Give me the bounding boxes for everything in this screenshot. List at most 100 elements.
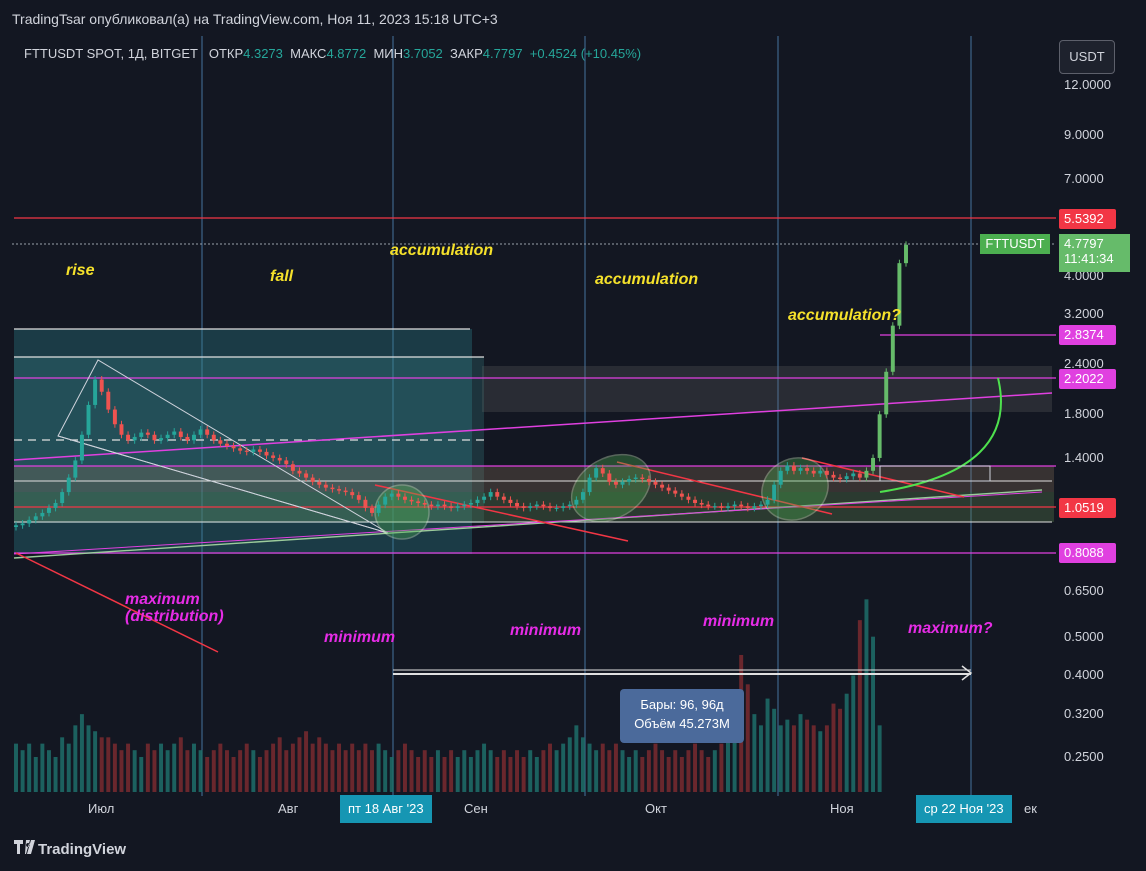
high-value: 4.8772 <box>326 46 367 61</box>
volume-bar <box>370 750 374 792</box>
candle-body <box>126 434 131 441</box>
volume-bar <box>27 743 32 792</box>
symbol-name: FTTUSDT SPOT, 1Д, BITGET <box>24 46 198 61</box>
candle-body <box>851 473 856 477</box>
volume-bar <box>363 743 368 792</box>
volume-bar <box>607 750 612 792</box>
candle-body <box>112 409 117 425</box>
annotation-maximum-question[interactable]: maximum? <box>908 620 992 638</box>
volume-bar <box>791 725 796 792</box>
candle-body <box>152 434 157 441</box>
volume-bar <box>66 743 71 792</box>
volume-bar <box>488 750 493 792</box>
price-axis-label: 0.4000 <box>1064 667 1104 683</box>
candle-body <box>482 496 487 500</box>
price-level-tag: 2.2022 <box>1059 369 1116 390</box>
volume-bar <box>501 750 506 792</box>
volume-bar <box>600 743 605 792</box>
candle-body <box>772 484 777 500</box>
candle-body <box>429 504 434 507</box>
candle-body <box>719 506 724 508</box>
volume-bar <box>205 757 210 792</box>
candle-body <box>475 499 480 503</box>
candle-body <box>699 502 704 505</box>
volume-bar <box>613 743 618 792</box>
volume-bar <box>468 757 473 792</box>
annotation-rise[interactable]: rise <box>66 262 94 280</box>
candle-body <box>871 457 876 471</box>
candle-body <box>739 504 744 507</box>
annotation-minimum-2[interactable]: minimum <box>510 622 581 640</box>
candle-body <box>811 470 816 474</box>
volume-bar <box>310 743 315 792</box>
measure-volume: Объём 45.273M <box>634 716 730 731</box>
candle-body <box>238 448 243 451</box>
tradingview-brand: TradingView <box>38 841 127 858</box>
volume-bar <box>752 714 757 792</box>
volume-bar <box>33 757 38 792</box>
price-axis-label: 0.2500 <box>1064 749 1104 764</box>
price-axis-label: 1.8000 <box>1064 406 1104 422</box>
candle-body <box>244 450 249 452</box>
candle-body <box>785 465 790 471</box>
candle-body <box>383 496 388 505</box>
candle-body <box>488 492 493 497</box>
volume-bar <box>666 757 671 792</box>
candle-body <box>198 429 203 435</box>
volume-bar <box>838 708 843 792</box>
volume-bar <box>640 757 645 792</box>
candle-body <box>732 504 737 507</box>
time-label-nov: Ноя <box>830 801 854 816</box>
candle-body <box>712 506 717 508</box>
candle-body <box>396 493 401 497</box>
price-level-tag: 0.8088 <box>1059 543 1116 564</box>
volume-bar <box>112 743 117 792</box>
volume-bar <box>587 743 592 792</box>
volume-bar <box>818 731 823 792</box>
price-chart-svg[interactable] <box>12 36 1056 824</box>
annotation-accumulation-1[interactable]: accumulation <box>390 242 493 260</box>
candle-body <box>119 424 124 435</box>
candle-body <box>554 507 559 509</box>
tradingview-footer[interactable]: TradingView <box>14 840 126 858</box>
volume-bar <box>686 750 691 792</box>
candle-body <box>145 432 150 435</box>
measure-bars: Бары: 96, 96д <box>640 697 724 712</box>
last-price-tag: 4.7797 11:41:34 <box>1059 234 1130 272</box>
volume-bar <box>126 743 131 792</box>
candle-body <box>726 506 730 508</box>
candle-body <box>765 499 770 505</box>
volume-bar <box>271 743 276 792</box>
candle-body <box>343 490 348 493</box>
candle-body <box>205 429 210 435</box>
volume-bar <box>693 743 698 792</box>
candle-body <box>46 507 51 513</box>
chart-area[interactable] <box>12 36 1056 824</box>
time-label-oct: Окт <box>645 801 667 816</box>
annotation-minimum-1[interactable]: minimum <box>324 629 395 647</box>
volume-bar <box>297 737 302 792</box>
volume-bar <box>165 750 170 792</box>
volume-bar <box>343 750 348 792</box>
candle-body <box>218 440 223 444</box>
last-price-value: 4.7797 <box>1064 236 1104 251</box>
candle-body <box>673 490 678 494</box>
annotation-minimum-3[interactable]: minimum <box>703 613 774 631</box>
volume-bar <box>139 757 144 792</box>
candle-body <box>86 404 91 435</box>
annotation-accumulation-3[interactable]: accumulation? <box>788 307 901 325</box>
volume-bar <box>627 757 632 792</box>
volume-bar <box>383 750 388 792</box>
currency-button[interactable]: USDT <box>1059 40 1115 74</box>
volume-bar <box>435 750 440 792</box>
candle-body <box>693 499 698 503</box>
price-level-tag: 1.0519 <box>1059 497 1116 518</box>
annotation-fall[interactable]: fall <box>270 268 293 286</box>
annotation-accumulation-2[interactable]: accumulation <box>595 271 698 289</box>
annotation-maximum-distribution[interactable]: maximum (distribution) <box>125 591 224 625</box>
last-price-symbol-tag: FTTUSDT <box>980 234 1050 254</box>
candle-body <box>211 434 216 441</box>
volume-bar <box>323 743 328 792</box>
change-value: +0.4524 (+10.45%) <box>529 46 642 61</box>
candle-body <box>666 487 671 491</box>
